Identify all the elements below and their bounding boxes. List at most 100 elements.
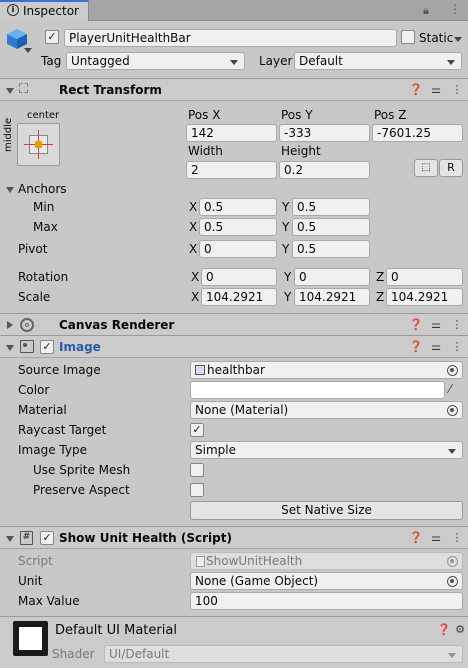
pos-y-field[interactable]: -333 [279,124,370,142]
anchors-label: Anchors [18,182,67,196]
scale-y-field[interactable]: 104.2921 [294,288,370,306]
active-checkbox[interactable]: ✓ [45,30,59,44]
min-x-letter: X [189,200,198,214]
preset-icon[interactable]: ⚌ [429,318,443,332]
use-sprite-mesh-checkbox[interactable] [190,463,204,477]
scale-x-letter: X [191,290,200,304]
rect-transform-icon: ⛶ [19,82,29,97]
chevron-down-icon [447,60,455,65]
help-icon[interactable]: ❓ [409,531,423,545]
static-checkbox[interactable] [401,30,415,44]
script-enabled-checkbox[interactable]: ✓ [40,531,54,545]
raycast-target-checkbox[interactable]: ✓ [190,423,204,437]
pivot-y-field[interactable]: 0.5 [292,240,370,258]
lock-icon[interactable]: 🔒︎ [423,4,429,18]
max-y-letter: Y [282,220,290,234]
min-x-field[interactable]: 0.5 [199,198,277,216]
max-y-field[interactable]: 0.5 [292,218,370,236]
pos-y-label: Pos Y [281,108,313,122]
raw-edit-button[interactable]: R [439,159,463,177]
pivot-x-field[interactable]: 0 [199,240,277,258]
max-x-field[interactable]: 0.5 [199,218,277,236]
blueprint-mode-button[interactable]: ⬚ [414,159,438,177]
scale-label: Scale [18,290,51,304]
tab-inspector[interactable]: i Inspector [0,0,89,21]
rot-x-field[interactable]: 0 [201,268,277,286]
image-enabled-checkbox[interactable]: ✓ [40,340,54,354]
anchor-v-label: middle [3,117,14,152]
anchor-presets-button[interactable] [17,123,60,166]
preset-icon[interactable]: ⚌ [429,83,443,97]
color-label: Color [18,383,50,397]
context-menu-icon[interactable]: ⋮ [450,318,464,332]
pos-z-field[interactable]: -7601.25 [372,124,463,142]
component-title: Show Unit Health (Script) [59,531,232,545]
scale-x-field[interactable]: 104.2921 [201,288,277,306]
width-field[interactable]: 2 [186,161,277,179]
min-y-letter: Y [282,200,290,214]
preserve-aspect-checkbox[interactable] [190,483,204,497]
anchor-center-dot [35,141,42,148]
unit-field[interactable]: None (Game Object) [190,572,463,590]
rot-x-letter: X [191,270,200,284]
eyedropper-icon[interactable]: ⁄ [449,382,451,396]
script-component-header[interactable]: # ✓ Show Unit Health (Script) ❓ ⚌ ⋮ [0,526,468,549]
image-header[interactable]: ✓ Image ❓ ⚌ ⋮ [0,335,468,358]
help-icon[interactable]: ❓ [409,318,423,332]
material-label: Material [18,403,67,417]
script-field: ShowUnitHealth [190,552,463,570]
anchors-foldout-icon[interactable] [6,187,14,193]
set-native-size-button[interactable]: Set Native Size [190,501,463,520]
object-name-field[interactable]: PlayerUnitHealthBar [64,29,397,47]
min-y-field[interactable]: 0.5 [292,198,370,216]
tag-dropdown[interactable]: Untagged [66,52,245,70]
max-label: Max [33,220,58,234]
raycast-target-label: Raycast Target [18,423,107,437]
sprite-icon [195,365,205,375]
pos-x-field[interactable]: 142 [186,124,277,142]
object-picker-icon[interactable] [447,365,458,376]
image-component-icon [20,340,34,353]
preset-icon[interactable]: ⚌ [429,531,443,545]
max-value-field[interactable]: 100 [190,592,463,610]
height-label: Height [281,144,321,158]
image-type-dropdown[interactable]: Simple [190,441,463,459]
preset-icon[interactable]: ⚌ [429,340,443,354]
use-sprite-mesh-label: Use Sprite Mesh [33,463,131,477]
help-icon[interactable]: ❓ [409,340,423,354]
rect-transform-header[interactable]: ⛶ Rect Transform ❓ ⚌ ⋮ [0,78,468,101]
source-image-field[interactable]: healthbar [190,361,463,379]
icon-dropdown-icon[interactable] [24,48,32,53]
rot-y-field[interactable]: 0 [294,268,370,286]
layer-dropdown[interactable]: Default [294,52,462,70]
foldout-arrow-icon[interactable] [6,536,14,542]
settings-gear-icon[interactable]: ⚙ [453,623,467,637]
max-x-letter: X [189,220,198,234]
static-label: Static [419,31,454,45]
object-picker-icon[interactable] [447,405,458,416]
source-image-label: Source Image [18,363,101,377]
context-menu-icon[interactable]: ⋮ [450,83,464,97]
height-field[interactable]: 0.2 [279,161,370,179]
material-field[interactable]: None (Material) [190,401,463,419]
pivot-label: Pivot [18,242,48,256]
rot-z-field[interactable]: 0 [386,268,463,286]
foldout-arrow-icon[interactable] [6,88,14,94]
foldout-arrow-icon[interactable] [6,345,14,351]
object-picker-icon[interactable] [447,576,458,587]
context-menu-icon[interactable]: ⋮ [450,340,464,354]
foldout-arrow-icon[interactable] [7,321,13,329]
shader-dropdown: UI/Default [104,645,463,663]
color-field[interactable] [190,381,445,399]
canvas-renderer-header[interactable]: Canvas Renderer ❓ ⚌ ⋮ [0,313,468,336]
scale-y-letter: Y [284,290,292,304]
static-dropdown-icon[interactable] [454,37,462,42]
help-icon[interactable]: ❓ [437,623,451,637]
scale-z-field[interactable]: 104.2921 [386,288,463,306]
help-icon[interactable]: ❓ [409,83,423,97]
scale-z-letter: Z [376,290,385,304]
material-preview-icon [13,621,48,656]
more-menu-icon[interactable]: ⋮ [449,2,461,16]
context-menu-icon[interactable]: ⋮ [450,531,464,545]
rot-z-letter: Z [376,270,385,284]
